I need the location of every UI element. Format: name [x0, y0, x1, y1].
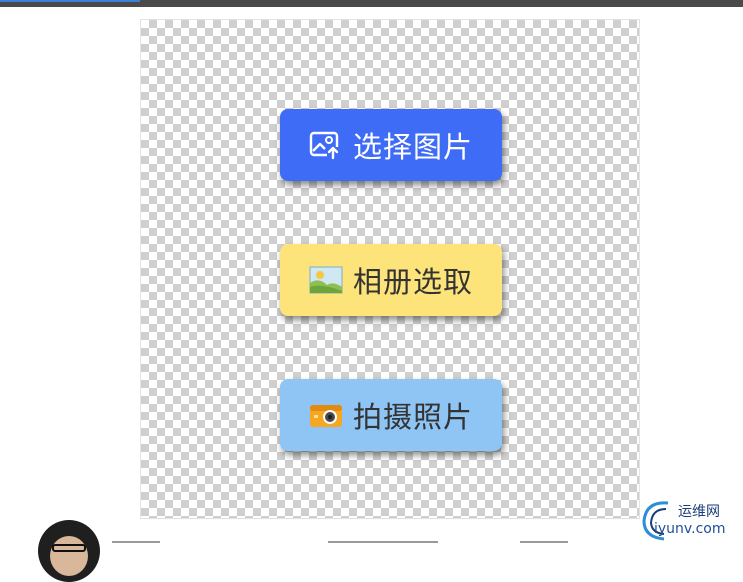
avatar[interactable]	[38, 520, 100, 582]
avatar-glasses	[52, 544, 86, 552]
watermark-domain: iyunv.com	[654, 521, 726, 537]
take-photo-label: 拍摄照片	[352, 400, 473, 434]
select-image-label: 选择图片	[352, 130, 473, 164]
album-pick-label: 相册选取	[352, 265, 473, 299]
landscape-photo-icon	[309, 265, 343, 295]
footer-text-blur	[520, 541, 568, 543]
site-watermark: 运维网 iyunv.com	[638, 497, 743, 541]
image-upload-icon	[309, 130, 343, 160]
watermark-brand: 运维网	[678, 504, 720, 520]
album-pick-button[interactable]: 相册选取	[280, 244, 502, 316]
camera-icon	[309, 400, 343, 430]
top-bar	[0, 0, 743, 7]
transparent-canvas: 选择图片 相册选取 拍摄照片	[140, 19, 640, 519]
footer-text-blur	[328, 541, 438, 543]
take-photo-button[interactable]: 拍摄照片	[280, 379, 502, 451]
avatar-face	[50, 536, 88, 576]
footer-text-blur	[112, 541, 160, 543]
top-bar-accent	[0, 0, 140, 2]
select-image-button[interactable]: 选择图片	[280, 109, 502, 181]
